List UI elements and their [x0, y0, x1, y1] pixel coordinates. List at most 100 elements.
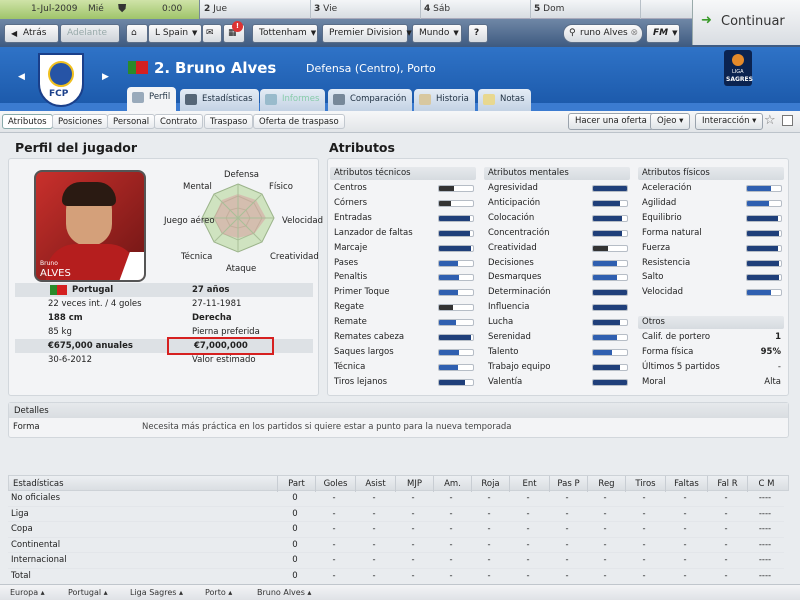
other-attr-label: Calif. de portero — [642, 332, 711, 342]
history-icon — [419, 94, 431, 105]
home-icon[interactable]: ⌂ — [126, 24, 148, 43]
tab-notas[interactable]: Notas — [478, 89, 531, 111]
scout-dropdown[interactable]: Ojeo ▾ — [650, 113, 691, 130]
stats-column-header[interactable]: Reg — [587, 476, 625, 492]
header-prev-icon[interactable]: ◀ — [18, 72, 25, 82]
mental-attr-label: Agresividad — [488, 183, 538, 193]
stats-column-header[interactable]: Faltas — [665, 476, 707, 492]
breadcrumb-item[interactable]: Bruno Alves ▴ — [257, 588, 311, 597]
breadcrumb-item[interactable]: Portugal ▴ — [68, 588, 108, 597]
technical-attr-row: Remate — [330, 315, 476, 330]
stats-column-header[interactable]: Goles — [315, 476, 355, 492]
other-attr-row: Calif. de portero 1 — [638, 330, 784, 345]
stats-cell: - — [603, 524, 607, 535]
day-cell-4[interactable]: 5 Dom — [534, 4, 564, 14]
forward-button[interactable]: Adelante — [60, 24, 120, 43]
inbox-icon[interactable]: ✉ — [202, 24, 222, 43]
tab-historia[interactable]: Historia — [414, 89, 475, 111]
date-of-birth: 27-11-1981 — [192, 299, 242, 309]
world-dropdown[interactable]: Mundo ▼ — [412, 24, 462, 43]
stats-cell: - — [683, 571, 687, 581]
subtab-posiciones[interactable]: Posiciones — [52, 114, 109, 129]
day-cell-3[interactable]: 4 Sáb — [424, 4, 450, 14]
stats-row: Copa 0- - - - - - - - - - - ---- — [8, 522, 784, 538]
mental-attr-label: Serenidad — [488, 332, 531, 342]
stats-column-header[interactable]: Tiros — [625, 476, 665, 492]
star-icon[interactable]: ☆ — [764, 113, 776, 128]
stats-cell: - — [332, 493, 336, 503]
stats-cell: - — [642, 493, 646, 503]
breadcrumb-item[interactable]: Liga Sagres ▴ — [130, 588, 183, 597]
physical-attr-row: Agilidad — [638, 196, 784, 211]
mental-attr-row: Decisiones — [484, 256, 630, 271]
add-note-icon[interactable] — [782, 115, 793, 126]
country-dropdown[interactable]: L Spain ▼ — [148, 24, 202, 43]
physical-attr-row: Forma natural — [638, 226, 784, 241]
other-attr-value: Alta — [764, 376, 781, 387]
tab-comparacion[interactable]: Comparación — [328, 89, 413, 111]
preferred-foot-label: Pierna preferida — [192, 327, 260, 337]
stats-cell: - — [487, 508, 491, 519]
mental-attr-bar — [592, 259, 628, 267]
header-next-icon[interactable]: ▶ — [102, 72, 109, 82]
mental-attr-row: Lucha — [484, 315, 630, 330]
stats-column-header[interactable]: MJP — [395, 476, 433, 492]
make-offer-button[interactable]: Hacer una oferta — [568, 113, 654, 130]
technical-attr-bar — [438, 259, 474, 267]
stats-cell: - — [526, 555, 530, 566]
stats-column-header[interactable]: Fal R — [707, 476, 747, 492]
breadcrumb-item[interactable]: Europa ▴ — [10, 588, 45, 597]
club-dropdown[interactable]: Tottenham ▼ — [252, 24, 318, 43]
height: 188 cm — [48, 313, 83, 323]
stats-row: Liga 0- - - - - - - - - - - ---- — [8, 507, 784, 523]
stats-column-header[interactable]: Asist — [355, 476, 395, 492]
club-badge-icon: FCP — [38, 53, 84, 107]
help-button[interactable]: ? — [468, 24, 488, 43]
stats-column-header[interactable]: C M — [747, 476, 785, 492]
physical-attr-bar — [746, 214, 782, 222]
stats-cell: - — [411, 524, 415, 535]
report-icon — [265, 94, 277, 105]
stats-cell: - — [449, 555, 453, 566]
stats-column-header[interactable]: Part — [277, 476, 315, 492]
mental-attr-bar — [592, 274, 628, 282]
day-cell-2[interactable]: 3 Vie — [314, 4, 337, 14]
subtab-personal[interactable]: Personal — [107, 114, 156, 129]
subtab-atributos[interactable]: Atributos — [2, 114, 53, 129]
stats-column-header[interactable]: Estadísticas — [9, 476, 277, 492]
mental-attr-bar — [592, 185, 628, 192]
mental-attr-bar — [592, 363, 628, 371]
stats-cell: Continental — [11, 539, 61, 550]
day-cell-1[interactable]: 2 Jue — [204, 4, 227, 14]
clear-search-icon[interactable]: ⊗ — [630, 25, 638, 42]
current-day: Mié — [88, 4, 104, 14]
competition-dropdown[interactable]: Premier Division ▼ — [322, 24, 412, 43]
stats-cell: Copa — [11, 524, 33, 535]
stats-column-header[interactable]: Pas P — [549, 476, 587, 492]
fm-menu-button[interactable]: FM ▼ — [646, 24, 680, 43]
subtab-traspaso[interactable]: Traspaso — [204, 114, 254, 129]
stats-cell: - — [487, 524, 491, 535]
back-button[interactable]: ◀ Atrás — [4, 24, 59, 43]
tab-estadisticas[interactable]: Estadísticas — [180, 89, 259, 111]
stats-column-header[interactable]: Ent — [509, 476, 549, 492]
continue-button[interactable]: ➜ Continuar — [692, 0, 800, 45]
subtab-oferta-traspaso[interactable]: Oferta de traspaso — [253, 114, 345, 129]
subtab-contrato[interactable]: Contrato — [154, 114, 204, 129]
physical-attr-row: Resistencia — [638, 256, 784, 271]
stats-cell: - — [372, 539, 376, 550]
search-input[interactable]: ⚲ runo Alves ⊗ — [563, 24, 643, 43]
search-icon: ⚲ — [569, 28, 576, 38]
interaction-dropdown[interactable]: Interacción ▾ — [695, 113, 764, 130]
stats-column-header[interactable]: Am. — [433, 476, 471, 492]
tab-informes[interactable]: Informes — [260, 89, 326, 111]
technical-attr-label: Técnica — [334, 361, 366, 372]
mental-attr-label: Decisiones — [488, 257, 534, 268]
form-text: Necesita más práctica en los partidos si… — [142, 422, 512, 432]
breadcrumb-item[interactable]: Porto ▴ — [205, 588, 232, 597]
stats-cell: - — [372, 508, 376, 519]
stats-cell: - — [332, 571, 336, 581]
tab-perfil[interactable]: Perfil — [127, 87, 177, 112]
stats-column-header[interactable]: Roja — [471, 476, 509, 492]
estimated-value: €7,000,000 — [194, 341, 248, 351]
